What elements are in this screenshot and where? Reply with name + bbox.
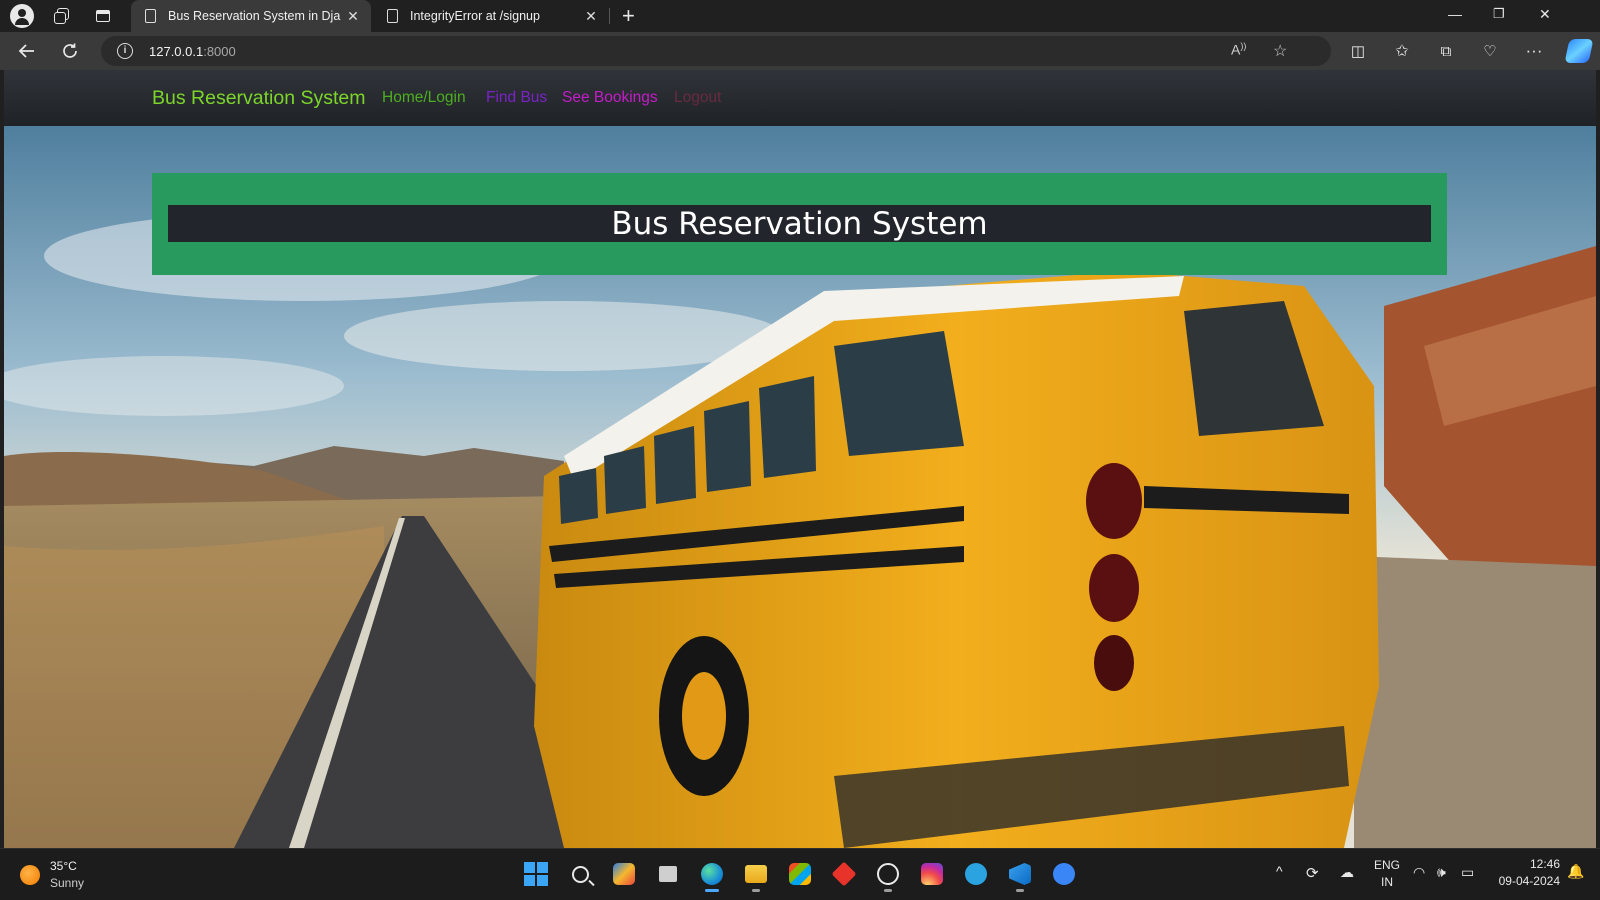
notification-bell-icon[interactable]: 🔔 (1567, 863, 1584, 880)
read-aloud-icon[interactable]: A)) (1231, 41, 1246, 58)
nav-link-logout[interactable]: Logout (674, 89, 721, 107)
language-region: IN (1381, 875, 1393, 889)
navbar-brand[interactable]: Bus Reservation System (152, 87, 366, 110)
tab-title: Bus Reservation System in Djang (168, 9, 341, 23)
edge-browser-icon[interactable] (698, 860, 726, 892)
restore-icon[interactable]: ❐ (1493, 6, 1505, 22)
instagram-icon[interactable] (918, 860, 946, 888)
page-icon (145, 9, 156, 23)
clock[interactable]: 12:46 09-04-2024 (1494, 857, 1560, 888)
close-window-icon[interactable]: ✕ (1539, 6, 1551, 23)
windows-taskbar: 35°C Sunny ^ ⟳ ☁ ENG IN ◠ 🕪 ▭ 12:46 09-0… (0, 848, 1600, 900)
volume-icon[interactable]: 🕪 (1437, 864, 1446, 881)
new-tab-icon[interactable]: + (622, 3, 635, 29)
tab-bus-reservation[interactable]: Bus Reservation System in Djang ✕ (131, 0, 371, 32)
minimize-icon[interactable]: — (1448, 6, 1462, 22)
web-page: Bus Reservation System Home/Login Find B… (4, 70, 1596, 848)
site-info-icon[interactable]: i (117, 43, 133, 59)
vs-code-icon[interactable] (1006, 860, 1034, 892)
file-explorer-icon[interactable] (742, 860, 770, 892)
widgets-icon[interactable] (610, 860, 638, 888)
refresh-icon[interactable] (57, 38, 83, 64)
hero-banner: Bus Reservation System (152, 173, 1447, 275)
telegram-icon[interactable] (962, 860, 990, 888)
battery-icon[interactable]: ▭ (1461, 864, 1474, 881)
nav-link-find-bus[interactable]: Find Bus (486, 89, 547, 107)
split-screen-icon[interactable]: ◫ (1345, 38, 1371, 64)
language-code: ENG (1374, 858, 1401, 872)
workspaces-icon[interactable] (51, 5, 73, 27)
task-view-icon[interactable] (654, 860, 682, 888)
language-indicator[interactable]: ENG IN (1374, 858, 1400, 889)
browser-toolbar: i 127.0.0.1:8000 A)) ☆ ◫ ✩ ⧉ ♡ ··· (0, 32, 1600, 70)
cloud-offline-icon[interactable]: ☁ (1340, 864, 1354, 881)
red-diamond-app-icon[interactable] (830, 860, 858, 888)
profile-avatar-icon[interactable] (10, 4, 34, 28)
close-tab-icon[interactable]: ✕ (579, 8, 603, 25)
hero-section: Bus Reservation System (4, 126, 1596, 848)
sync-icon[interactable]: ⟳ (1306, 864, 1319, 882)
back-arrow-icon[interactable] (14, 38, 40, 64)
sun-weather-icon[interactable] (20, 865, 40, 885)
browser-tab-strip: Bus Reservation System in Djang ✕ Integr… (0, 0, 1600, 32)
tab-title: IntegrityError at /signup (410, 9, 540, 23)
search-icon[interactable] (566, 860, 594, 888)
show-hidden-icons-chevron-icon[interactable]: ^ (1276, 863, 1283, 879)
address-bar[interactable]: i 127.0.0.1:8000 A)) ☆ (101, 36, 1331, 66)
microsoft-store-icon[interactable] (786, 860, 814, 888)
nav-link-see-bookings[interactable]: See Bookings (562, 89, 658, 107)
favorite-star-icon[interactable]: ☆ (1273, 41, 1287, 61)
clock-date: 09-04-2024 (1498, 874, 1560, 888)
more-options-icon[interactable]: ··· (1521, 38, 1547, 64)
close-tab-icon[interactable]: ✕ (341, 8, 365, 25)
weather-temperature[interactable]: 35°C (50, 859, 77, 873)
nav-link-home-login[interactable]: Home/Login (382, 89, 466, 107)
app-store-icon[interactable] (1050, 860, 1078, 888)
page-icon (387, 9, 398, 23)
collections-icon[interactable]: ⧉ (1433, 38, 1459, 64)
favorites-icon[interactable]: ✩ (1389, 38, 1415, 64)
hero-title-bar: Bus Reservation System (168, 205, 1431, 242)
url-host: 127.0.0.1 (149, 44, 204, 59)
url-text[interactable]: 127.0.0.1:8000 (149, 44, 236, 59)
wifi-icon[interactable]: ◠ (1413, 864, 1425, 881)
whatsapp-icon[interactable] (874, 860, 902, 892)
clock-time: 12:46 (1529, 857, 1560, 871)
tab-integrity-error[interactable]: IntegrityError at /signup ✕ (373, 0, 609, 32)
browser-essentials-icon[interactable]: ♡ (1477, 38, 1503, 64)
site-navbar: Bus Reservation System Home/Login Find B… (4, 70, 1596, 126)
hero-title: Bus Reservation System (611, 205, 988, 242)
url-port: :8000 (203, 44, 236, 59)
copilot-icon[interactable] (1564, 39, 1594, 63)
weather-condition[interactable]: Sunny (50, 876, 84, 890)
windows-start-icon[interactable] (522, 860, 550, 888)
tab-divider (609, 8, 610, 24)
tab-actions-icon[interactable] (92, 5, 114, 27)
